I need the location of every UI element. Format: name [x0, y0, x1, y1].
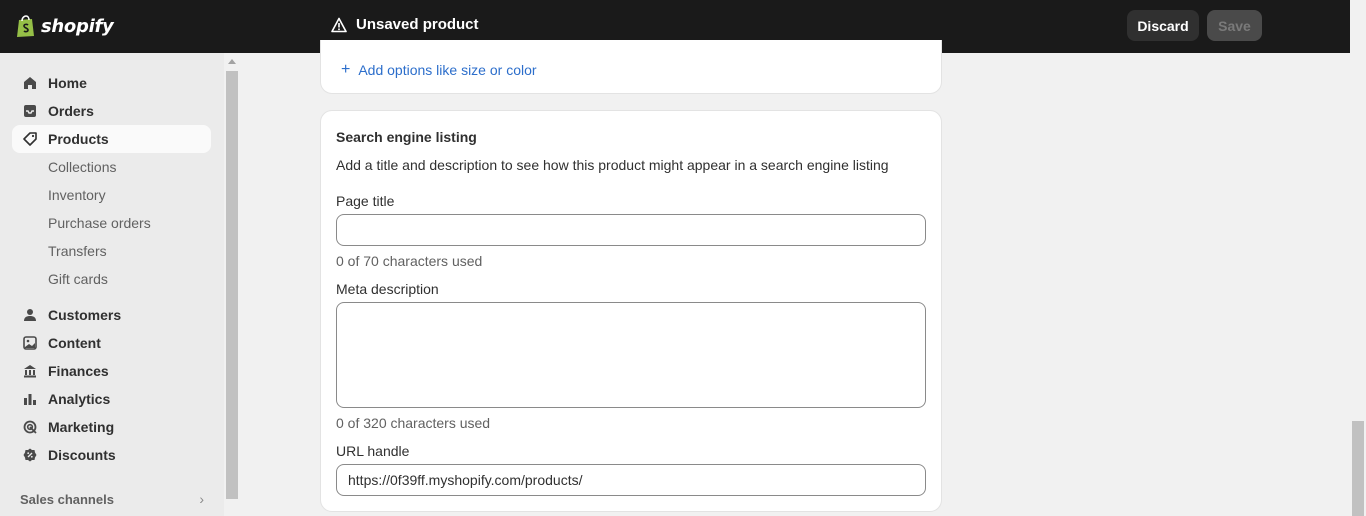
image-icon [22, 335, 38, 351]
sidebar-item-label: Finances [48, 363, 109, 379]
url-handle-input[interactable] [336, 464, 926, 496]
card-description: Add a title and description to see how t… [336, 157, 889, 173]
plus-icon: + [341, 61, 351, 78]
sidebar-item-finances[interactable]: Finances [12, 357, 211, 385]
sidebar-item-label: Content [48, 335, 101, 351]
unsaved-status: Unsaved product [331, 16, 479, 33]
sidebar-item-label: Orders [48, 103, 94, 119]
tag-icon [22, 131, 38, 147]
sidebar-item-discounts[interactable]: Discounts [12, 441, 211, 469]
sidebar-item-customers[interactable]: Customers [12, 301, 211, 329]
target-icon [22, 419, 38, 435]
page-title-char-count: 0 of 70 characters used [336, 253, 483, 269]
meta-description-label: Meta description [336, 281, 439, 297]
meta-description-char-count: 0 of 320 characters used [336, 415, 491, 431]
sidebar-subitem-transfers[interactable]: Transfers [48, 241, 107, 261]
sidebar: Home Orders Products Collections Invento… [0, 53, 224, 516]
bank-icon [22, 363, 38, 379]
sidebar-scrollbar[interactable] [224, 53, 239, 516]
search-engine-listing-card: Search engine listing Add a title and de… [320, 110, 942, 512]
sidebar-item-orders[interactable]: Orders [12, 97, 211, 125]
unsaved-status-text: Unsaved product [356, 16, 479, 33]
page-scrollbar[interactable] [1350, 0, 1366, 516]
warning-icon [331, 17, 347, 32]
bar-chart-icon [22, 391, 38, 407]
card-title: Search engine listing [336, 129, 477, 145]
sidebar-item-label: Discounts [48, 447, 116, 463]
shopify-bag-icon [17, 14, 34, 37]
page-scrollbar-thumb[interactable] [1352, 421, 1364, 516]
sidebar-subitem-inventory[interactable]: Inventory [48, 185, 106, 205]
variants-card: + Add options like size or color [320, 40, 942, 94]
home-icon [22, 75, 38, 91]
discount-icon [22, 447, 38, 463]
sidebar-subitem-gift-cards[interactable]: Gift cards [48, 269, 108, 289]
sidebar-item-label: Home [48, 75, 87, 91]
sidebar-item-label: Products [48, 131, 109, 147]
sidebar-subitem-collections[interactable]: Collections [48, 157, 116, 177]
add-options-label: Add options like size or color [358, 62, 537, 78]
add-options-link[interactable]: + Add options like size or color [341, 61, 537, 79]
sidebar-item-products[interactable]: Products [12, 125, 211, 153]
page-title-label: Page title [336, 193, 395, 209]
sidebar-item-marketing[interactable]: Marketing [12, 413, 211, 441]
brand-name: shopify [41, 15, 114, 37]
sidebar-item-content[interactable]: Content [12, 329, 211, 357]
sidebar-item-analytics[interactable]: Analytics [12, 385, 211, 413]
url-handle-label: URL handle [336, 443, 410, 459]
sidebar-item-label: Customers [48, 307, 122, 323]
save-button[interactable]: Save [1207, 10, 1262, 41]
sales-channels-label: Sales channels [20, 491, 114, 507]
sidebar-subitem-purchase-orders[interactable]: Purchase orders [48, 213, 151, 233]
discard-button[interactable]: Discard [1127, 10, 1199, 41]
person-icon [22, 307, 38, 323]
chevron-right-icon: › [199, 491, 204, 507]
sidebar-item-home[interactable]: Home [12, 69, 211, 97]
sidebar-item-label: Marketing [48, 419, 115, 435]
scroll-up-arrow-icon[interactable] [228, 59, 236, 64]
page-title-input[interactable] [336, 214, 926, 246]
sidebar-item-label: Analytics [48, 391, 111, 407]
shopify-logo[interactable]: shopify [16, 13, 114, 39]
meta-description-textarea[interactable] [336, 302, 926, 408]
sidebar-scrollbar-thumb[interactable] [226, 71, 238, 499]
inbox-icon [22, 103, 38, 119]
sales-channels-header[interactable]: Sales channels › [20, 491, 204, 507]
